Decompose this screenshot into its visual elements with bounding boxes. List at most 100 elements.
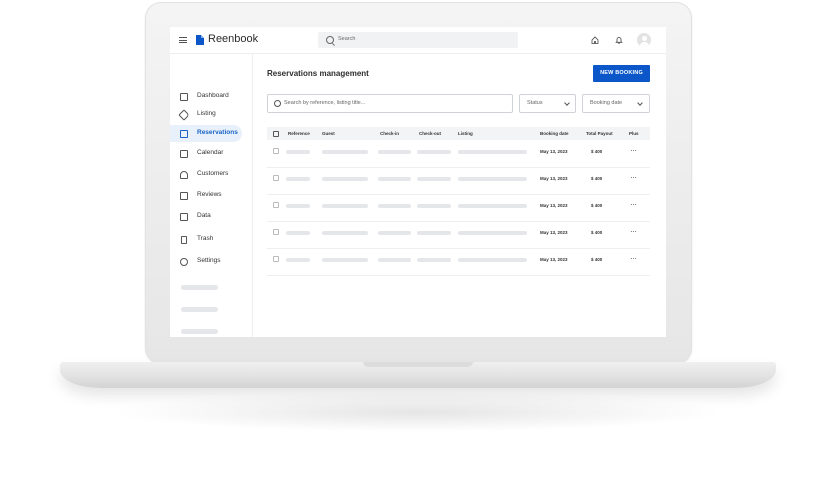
customers-icon xyxy=(180,171,188,179)
column-header[interactable]: Reference xyxy=(288,131,310,136)
sidebar-item-reservations[interactable]: Reservations xyxy=(170,125,242,142)
trash-icon xyxy=(181,236,187,244)
row-checkbox[interactable] xyxy=(273,256,279,262)
page-title: Reservations management xyxy=(267,69,369,78)
payout-cell: $ 400 xyxy=(591,176,603,181)
top-bar: Reenbook Search xyxy=(170,27,666,54)
cell-placeholder xyxy=(322,258,368,262)
settings-icon xyxy=(180,258,188,266)
cell-placeholder xyxy=(322,177,368,181)
avatar[interactable] xyxy=(637,33,651,47)
sidebar-item-data[interactable]: Data xyxy=(170,208,242,225)
sidebar-item-settings[interactable]: Settings xyxy=(170,253,242,270)
sidebar-placeholder xyxy=(181,307,218,312)
table-row[interactable]: May 13, 2023 $ 400 ··· xyxy=(267,194,650,222)
more-options-icon[interactable]: ··· xyxy=(630,173,637,182)
sidebar-item-label: Reservations xyxy=(197,129,238,136)
reservations-icon xyxy=(180,130,188,138)
reservation-search-input[interactable]: Search by reference, listing title... xyxy=(267,94,513,113)
cell-placeholder xyxy=(458,258,527,262)
cell-placeholder xyxy=(417,231,451,235)
cell-placeholder xyxy=(286,258,310,262)
booking-date-cell: May 13, 2023 xyxy=(540,230,568,235)
sidebar-placeholder xyxy=(181,329,218,334)
cell-placeholder xyxy=(286,150,310,154)
search-icon xyxy=(326,36,334,44)
menu-icon[interactable] xyxy=(179,37,187,43)
status-label: Status xyxy=(527,100,543,106)
row-checkbox[interactable] xyxy=(273,229,279,235)
status-select[interactable]: Status xyxy=(519,94,576,113)
laptop-notch xyxy=(363,362,473,367)
booking-date-label: Booking date xyxy=(590,100,623,106)
booking-date-select[interactable]: Booking date xyxy=(582,94,650,113)
column-header[interactable]: Total Payout xyxy=(586,131,613,136)
sidebar-item-listing[interactable]: Listing xyxy=(170,106,242,123)
cell-placeholder xyxy=(378,177,411,181)
chevron-down-icon xyxy=(564,100,570,106)
more-options-icon[interactable]: ··· xyxy=(630,227,637,236)
column-header[interactable]: Guest xyxy=(322,131,335,136)
sidebar-item-label: Settings xyxy=(197,257,221,264)
table-row[interactable]: May 13, 2023 $ 400 ··· xyxy=(267,248,650,276)
sidebar-item-label: Customers xyxy=(197,170,229,177)
bell-icon[interactable] xyxy=(615,36,623,44)
cell-placeholder xyxy=(458,177,527,181)
column-header[interactable]: Check-in xyxy=(380,131,399,136)
cell-placeholder xyxy=(378,231,411,235)
sidebar-item-trash[interactable]: Trash xyxy=(170,231,242,248)
sidebar-placeholder xyxy=(181,285,218,290)
payout-cell: $ 400 xyxy=(591,149,603,154)
sidebar-item-label: Calendar xyxy=(197,149,224,156)
calendar-icon xyxy=(180,150,188,158)
cell-placeholder xyxy=(458,150,527,154)
booking-date-cell: May 13, 2023 xyxy=(540,149,568,154)
brand-name: Reenbook xyxy=(208,33,259,45)
more-options-icon[interactable]: ··· xyxy=(630,146,637,155)
sidebar-item-customers[interactable]: Customers xyxy=(170,166,242,183)
cell-placeholder xyxy=(286,204,310,208)
column-header[interactable]: Plus xyxy=(629,131,639,136)
column-header[interactable]: Listing xyxy=(458,131,473,136)
cell-placeholder xyxy=(378,258,411,262)
row-checkbox[interactable] xyxy=(273,148,279,154)
column-header[interactable]: Booking date xyxy=(540,131,569,136)
more-options-icon[interactable]: ··· xyxy=(630,254,637,263)
cell-placeholder xyxy=(322,150,368,154)
cell-placeholder xyxy=(378,204,411,208)
reviews-icon xyxy=(180,192,188,200)
logo-icon xyxy=(196,35,204,45)
sidebar-item-label: Reviews xyxy=(197,191,222,198)
more-options-icon[interactable]: ··· xyxy=(630,200,637,209)
row-checkbox[interactable] xyxy=(273,175,279,181)
cell-placeholder xyxy=(322,231,368,235)
chevron-down-icon xyxy=(637,100,643,106)
sidebar-item-dashboard[interactable]: Dashboard xyxy=(170,88,242,105)
tag-icon xyxy=(178,109,190,121)
sidebar-item-label: Listing xyxy=(197,110,216,117)
search-placeholder: Search by reference, listing title... xyxy=(284,100,366,106)
cell-placeholder xyxy=(286,177,310,181)
cell-placeholder xyxy=(286,231,310,235)
row-checkbox[interactable] xyxy=(273,202,279,208)
select-all-checkbox[interactable] xyxy=(273,131,279,137)
cell-placeholder xyxy=(322,204,368,208)
cell-placeholder xyxy=(417,258,451,262)
app-screen: Reenbook Search Dashboard Listing Reserv… xyxy=(170,27,666,337)
search-placeholder: Search xyxy=(338,36,356,42)
booking-date-cell: May 13, 2023 xyxy=(540,257,568,262)
cell-placeholder xyxy=(378,150,411,154)
cell-placeholder xyxy=(458,204,527,208)
sidebar-item-label: Trash xyxy=(197,235,214,242)
column-header[interactable]: Check-out xyxy=(419,131,441,136)
cell-placeholder xyxy=(417,150,451,154)
sidebar-item-calendar[interactable]: Calendar xyxy=(170,145,242,162)
new-booking-button[interactable]: NEW BOOKING xyxy=(593,65,650,82)
table-row[interactable]: May 13, 2023 $ 400 ··· xyxy=(267,140,650,168)
home-icon[interactable] xyxy=(591,36,599,44)
sidebar-item-reviews[interactable]: Reviews xyxy=(170,187,242,204)
table-row[interactable]: May 13, 2023 $ 400 ··· xyxy=(267,221,650,249)
table-row[interactable]: May 13, 2023 $ 400 ··· xyxy=(267,167,650,195)
sidebar-item-label: Data xyxy=(197,212,211,219)
search-input[interactable]: Search xyxy=(318,32,518,48)
